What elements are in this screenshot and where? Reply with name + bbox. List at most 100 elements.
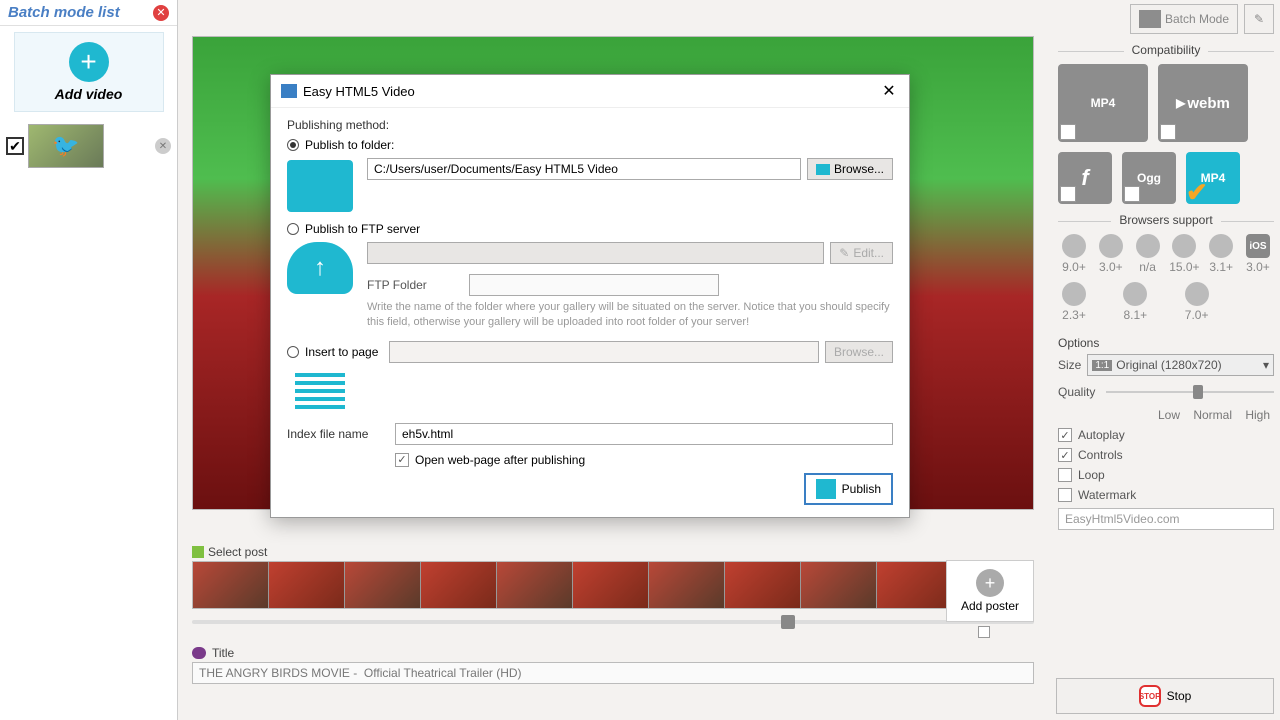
publish-button[interactable]: Publish bbox=[804, 473, 893, 505]
format-ogg-tile[interactable]: Ogg bbox=[1122, 152, 1176, 204]
browser-ie: 9.0+ bbox=[1058, 234, 1090, 274]
poster-slider-thumb[interactable] bbox=[781, 615, 795, 629]
browse-folder-button[interactable]: Browse... bbox=[807, 158, 893, 180]
loop-checkbox[interactable] bbox=[1058, 468, 1072, 482]
insert-page-radio[interactable] bbox=[287, 346, 299, 358]
poster-frame[interactable] bbox=[345, 562, 421, 608]
insert-page-label: Insert to page bbox=[305, 345, 383, 359]
batch-mode-label: Batch Mode bbox=[1165, 12, 1229, 26]
ios-icon: iOS bbox=[1246, 234, 1270, 258]
publish-folder-label: Publish to folder: bbox=[305, 138, 394, 152]
browse-page-button[interactable]: Browse... bbox=[825, 341, 893, 363]
publish-ftp-radio[interactable] bbox=[287, 223, 299, 235]
poster-frame[interactable] bbox=[421, 562, 497, 608]
browser-android: 2.3+ bbox=[1058, 282, 1090, 322]
wand-button[interactable]: ✎ bbox=[1244, 4, 1274, 34]
poster-slider[interactable] bbox=[192, 613, 1034, 631]
batch-item-thumbnail[interactable]: 🐦 bbox=[28, 124, 104, 168]
title-icon bbox=[192, 647, 206, 659]
plus-icon: + bbox=[69, 42, 109, 82]
add-poster-label: Add poster bbox=[961, 599, 1019, 613]
batch-item-remove[interactable]: ✕ bbox=[155, 138, 171, 154]
publish-folder-radio[interactable] bbox=[287, 139, 299, 151]
ftp-folder-input[interactable] bbox=[469, 274, 719, 296]
poster-label: Select post bbox=[208, 545, 267, 559]
poster-filmstrip[interactable]: ANGRY BIRDS MOVIE bbox=[192, 561, 1034, 609]
dialog-close-button[interactable]: ✕ bbox=[879, 81, 899, 101]
autoplay-checkbox[interactable] bbox=[1058, 428, 1072, 442]
batch-list-item[interactable]: ✔ 🐦 ✕ bbox=[0, 118, 177, 174]
folder-path-input[interactable] bbox=[367, 158, 801, 180]
poster-frame[interactable] bbox=[269, 562, 345, 608]
folder-small-icon bbox=[816, 164, 830, 175]
index-file-label: Index file name bbox=[287, 427, 379, 441]
open-after-checkbox[interactable] bbox=[395, 453, 409, 467]
format-flash-tile[interactable]: f bbox=[1058, 152, 1112, 204]
ftp-edit-button[interactable]: ✎Edit... bbox=[830, 242, 893, 264]
format-webm-tile[interactable]: ▶webm bbox=[1158, 64, 1248, 142]
controls-checkbox[interactable] bbox=[1058, 448, 1072, 462]
options-heading: Options bbox=[1058, 336, 1274, 350]
stop-icon: STOP bbox=[1139, 685, 1161, 707]
ie-icon bbox=[1062, 234, 1086, 258]
title-label: Title bbox=[212, 646, 234, 660]
open-after-label: Open web-page after publishing bbox=[415, 453, 585, 467]
format-checkbox[interactable] bbox=[1060, 124, 1076, 140]
ftp-server-select[interactable] bbox=[367, 242, 824, 264]
pencil-icon: ✎ bbox=[839, 246, 849, 260]
poster-frame[interactable] bbox=[725, 562, 801, 608]
cloud-upload-icon: ↑ bbox=[287, 242, 353, 294]
quality-label: Quality bbox=[1058, 385, 1100, 399]
chrome-icon bbox=[1099, 234, 1123, 258]
format-mp4low-tile[interactable]: MP4✔ bbox=[1186, 152, 1240, 204]
poster-frame[interactable] bbox=[193, 562, 269, 608]
quality-slider[interactable] bbox=[1106, 382, 1274, 402]
size-label: Size bbox=[1058, 358, 1081, 372]
browser-windows: 8.1+ bbox=[1119, 282, 1151, 322]
wand-icon: ✎ bbox=[1254, 12, 1264, 26]
android-icon bbox=[1062, 282, 1086, 306]
index-file-input[interactable] bbox=[395, 423, 893, 445]
firefox-icon bbox=[1209, 234, 1233, 258]
publish-icon bbox=[816, 479, 836, 499]
title-section: Title bbox=[192, 646, 1034, 684]
poster-frame[interactable] bbox=[573, 562, 649, 608]
watermark-input[interactable] bbox=[1058, 508, 1274, 530]
poster-checkbox[interactable] bbox=[978, 626, 990, 638]
checkmark-icon: ✔ bbox=[1186, 177, 1208, 208]
watermark-checkbox[interactable] bbox=[1058, 488, 1072, 502]
format-checkbox[interactable] bbox=[1124, 186, 1140, 202]
size-select[interactable]: 1:1Original (1280x720)▾ bbox=[1087, 354, 1274, 376]
browser-firefox: 3.1+ bbox=[1205, 234, 1237, 274]
format-checkbox[interactable] bbox=[1060, 186, 1076, 202]
stop-button[interactable]: STOP Stop bbox=[1056, 678, 1274, 714]
quality-slider-thumb[interactable] bbox=[1193, 385, 1203, 399]
poster-frame[interactable] bbox=[877, 562, 953, 608]
app-icon bbox=[281, 84, 297, 98]
publish-ftp-label: Publish to FTP server bbox=[305, 222, 420, 236]
poster-frame[interactable] bbox=[801, 562, 877, 608]
dialog-title: Easy HTML5 Video bbox=[303, 84, 879, 99]
poster-section: Select post ANGRY BIRDS MOVIE bbox=[192, 545, 1034, 631]
compatibility-heading: Compatibility bbox=[1124, 43, 1209, 57]
close-sidebar-button[interactable]: ✕ bbox=[153, 5, 169, 21]
insert-page-input[interactable] bbox=[389, 341, 819, 363]
add-video-button[interactable]: + Add video bbox=[14, 32, 164, 112]
browser-chrome: 3.0+ bbox=[1095, 234, 1127, 274]
poster-frame[interactable] bbox=[649, 562, 725, 608]
poster-frame[interactable] bbox=[497, 562, 573, 608]
blackberry-icon bbox=[1185, 282, 1209, 306]
batch-item-checkbox[interactable]: ✔ bbox=[6, 137, 24, 155]
publishing-method-label: Publishing method: bbox=[287, 118, 893, 132]
publish-dialog: Easy HTML5 Video ✕ Publishing method: Pu… bbox=[270, 74, 910, 518]
add-poster-button[interactable]: + Add poster bbox=[946, 560, 1034, 622]
format-checkbox[interactable] bbox=[1160, 124, 1176, 140]
browser-safari: n/a bbox=[1132, 234, 1164, 274]
title-input[interactable] bbox=[192, 662, 1034, 684]
format-mp4-tile[interactable]: MP4 bbox=[1058, 64, 1148, 142]
ftp-hint: Write the name of the folder where your … bbox=[367, 300, 893, 331]
batch-mode-button[interactable]: Batch Mode bbox=[1130, 4, 1238, 34]
browsers-heading: Browsers support bbox=[1111, 213, 1220, 227]
opera-icon bbox=[1172, 234, 1196, 258]
sidebar-title: Batch mode list bbox=[8, 4, 153, 21]
